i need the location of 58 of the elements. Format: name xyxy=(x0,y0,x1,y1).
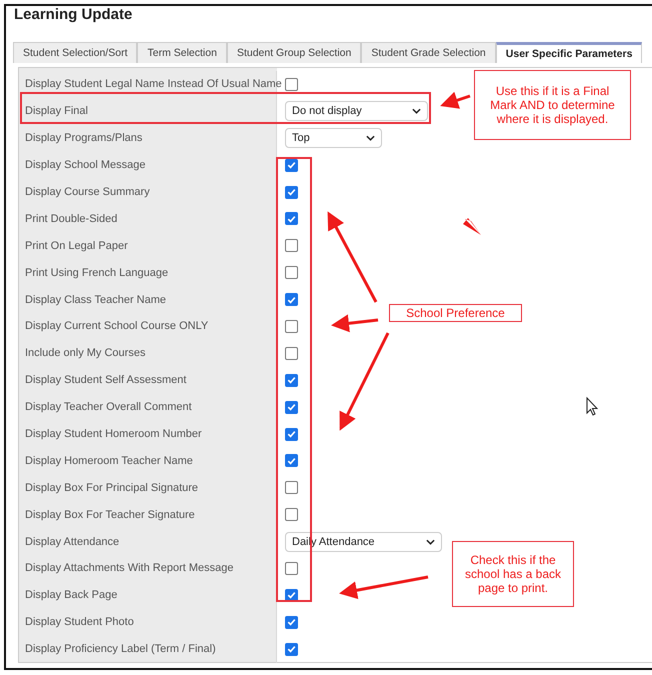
tab[interactable]: Student Grade Selection xyxy=(361,42,496,63)
checkbox[interactable] xyxy=(285,212,298,226)
parameter-label: Print Double-Sided xyxy=(25,212,118,225)
checkbox[interactable] xyxy=(285,320,298,333)
chevron-down-icon xyxy=(366,135,375,142)
cursor-icon xyxy=(586,396,598,416)
arrowhead-icon xyxy=(463,218,481,235)
checkbox[interactable] xyxy=(285,508,298,522)
callout-note: Use this if it is a Final Mark AND to determine where it is displayed. xyxy=(474,70,631,140)
parameter-label: Display Student Self Assessment xyxy=(25,374,186,386)
parameter-label: Display Current School Course ONLY xyxy=(25,320,208,332)
parameter-label: Print Using French Language xyxy=(25,266,168,279)
parameter-label: Display Programs/Plans xyxy=(25,132,142,144)
chevron-down-icon xyxy=(412,108,422,114)
checkbox[interactable] xyxy=(285,266,298,280)
parameter-label: Display Box For Teacher Signature xyxy=(25,508,195,521)
checkbox[interactable] xyxy=(285,588,298,602)
checkbox[interactable] xyxy=(285,562,298,575)
window-title: Learning Update xyxy=(13,7,134,25)
checkbox[interactable] xyxy=(285,158,298,172)
parameter-label: Display Attendance xyxy=(25,536,120,548)
parameter-label: Display Class Teacher Name xyxy=(25,294,166,306)
checkbox[interactable] xyxy=(285,400,298,414)
tab[interactable]: Term Selection xyxy=(137,42,227,63)
callout-note: Check this if the school has a back page to print. xyxy=(452,541,574,607)
parameter-label: Display Final xyxy=(25,105,88,118)
parameter-label: Display Teacher Overall Comment xyxy=(25,401,192,414)
parameter-label: Display Attachments With Report Message xyxy=(25,562,234,574)
callout-note: School Preference xyxy=(389,304,522,322)
parameter-label: Display Student Photo xyxy=(25,616,134,628)
dropdown[interactable]: Do not display xyxy=(285,101,428,122)
parameter-label: Display Back Page xyxy=(25,589,118,602)
checkbox[interactable] xyxy=(285,642,298,656)
parameter-label: Display Homeroom Teacher Name xyxy=(25,454,193,467)
parameter-label: Display Student Homeroom Number xyxy=(25,428,202,440)
checkbox[interactable] xyxy=(285,293,298,306)
checkbox[interactable] xyxy=(285,374,298,387)
chevron-down-icon xyxy=(426,538,435,545)
tab[interactable]: User Specific Parameters xyxy=(496,42,642,63)
parameter-label: Display Box For Principal Signature xyxy=(25,482,198,494)
parameter-label: Display Proficiency Label (Term / Final) xyxy=(25,643,216,656)
parameter-label: Display Course Summary xyxy=(25,186,150,198)
parameter-label: Include only My Courses xyxy=(25,347,146,360)
tab[interactable]: Student Selection/Sort xyxy=(13,42,138,63)
checkbox[interactable] xyxy=(285,78,298,91)
parameter-label: Print On Legal Paper xyxy=(25,240,128,252)
arrow xyxy=(440,92,470,109)
checkbox[interactable] xyxy=(285,481,298,494)
checkbox[interactable] xyxy=(285,428,298,441)
parameter-label: Display Student Legal Name Instead Of Usual Name xyxy=(25,78,282,90)
checkbox[interactable] xyxy=(285,346,298,360)
checkbox[interactable] xyxy=(285,186,298,198)
parameter-label: Display School Message xyxy=(25,159,146,172)
checkbox[interactable] xyxy=(285,616,298,629)
checkbox[interactable] xyxy=(285,454,298,468)
tab[interactable]: Student Group Selection xyxy=(226,42,362,63)
dropdown[interactable]: Top xyxy=(285,128,382,148)
checkbox[interactable] xyxy=(285,239,298,252)
